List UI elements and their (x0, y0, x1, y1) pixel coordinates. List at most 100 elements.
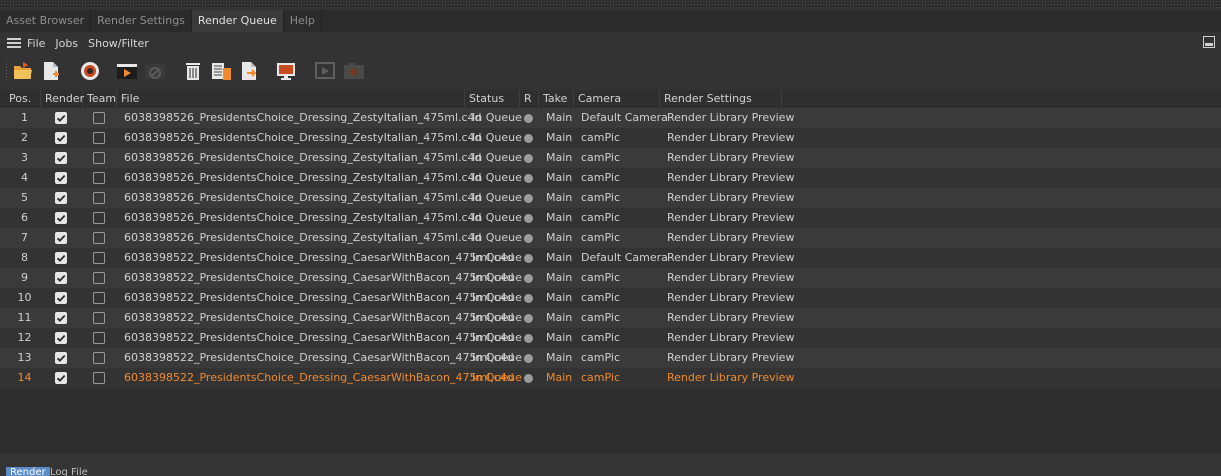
col-take[interactable]: Take (539, 90, 574, 107)
add-file-icon[interactable] (39, 59, 63, 83)
table-row[interactable]: 8 6038398522_PresidentsChoice_Dressing_Ca… (0, 248, 1221, 268)
render-checkbox[interactable] (55, 132, 67, 144)
row-take: Main (546, 271, 573, 284)
row-file: 6038398526_PresidentsChoice_Dressing_Zes… (124, 151, 482, 164)
table-row[interactable]: 13 6038398522_PresidentsChoice_Dressing_C… (0, 348, 1221, 368)
render-checkbox[interactable] (55, 372, 67, 384)
col-r[interactable]: R (520, 90, 539, 107)
row-camera: camPic (581, 191, 620, 204)
table-row[interactable]: 3 6038398526_PresidentsChoice_Dressing_Ze… (0, 148, 1221, 168)
col-file[interactable]: File (117, 90, 465, 107)
menu-jobs[interactable]: Jobs (55, 37, 78, 50)
render-checkbox[interactable] (55, 332, 67, 344)
render-checkbox[interactable] (55, 252, 67, 264)
render-status-dot-icon (524, 314, 533, 323)
render-status-dot-icon (524, 254, 533, 263)
row-render-settings: Render Library Preview (667, 291, 795, 304)
table-row[interactable]: 7 6038398526_PresidentsChoice_Dressing_Ze… (0, 228, 1221, 248)
team-checkbox[interactable] (93, 132, 105, 144)
col-camera[interactable]: Camera (574, 90, 660, 107)
team-checkbox[interactable] (93, 112, 105, 124)
render-view-icon[interactable] (274, 59, 298, 83)
row-render-settings: Render Library Preview (667, 311, 795, 324)
clear-queue-icon[interactable] (209, 59, 233, 83)
team-checkbox[interactable] (93, 252, 105, 264)
team-checkbox[interactable] (93, 332, 105, 344)
render-checkbox[interactable] (55, 272, 67, 284)
render-checkbox[interactable] (55, 172, 67, 184)
render-status-dot-icon (524, 154, 533, 163)
delete-icon[interactable] (181, 59, 205, 83)
render-check-icon[interactable] (78, 59, 102, 83)
render-checkbox[interactable] (55, 292, 67, 304)
row-position: 7 (21, 231, 28, 244)
row-file: 6038398522_PresidentsChoice_Dressing_Cae… (124, 251, 514, 264)
tab-render-log[interactable]: Render (6, 467, 50, 476)
table-row[interactable]: 2 6038398526_PresidentsChoice_Dressing_Ze… (0, 128, 1221, 148)
tab-asset-browser[interactable]: Asset Browser (0, 10, 92, 32)
col-pos[interactable]: Pos. (5, 90, 41, 107)
viewer-icon (313, 59, 337, 83)
render-checkbox[interactable] (55, 152, 67, 164)
render-status-dot-icon (524, 374, 533, 383)
table-row[interactable]: 9 6038398522_PresidentsChoice_Dressing_Ca… (0, 268, 1221, 288)
col-render[interactable]: Render (41, 90, 84, 107)
render-checkbox[interactable] (55, 232, 67, 244)
row-status: In Queue (472, 371, 522, 384)
menu-show-filter[interactable]: Show/Filter (88, 37, 149, 50)
render-status-dot-icon (524, 194, 533, 203)
row-render-settings: Render Library Preview (667, 211, 795, 224)
panel-grip[interactable] (0, 0, 1221, 8)
render-checkbox[interactable] (55, 192, 67, 204)
hamburger-menu-icon[interactable] (7, 38, 21, 48)
stop-render-icon (143, 59, 167, 83)
render-status-dot-icon (524, 134, 533, 143)
team-checkbox[interactable] (93, 192, 105, 204)
row-camera: camPic (581, 291, 620, 304)
table-row[interactable]: 10 6038398522_PresidentsChoice_Dressing_C… (0, 288, 1221, 308)
row-camera: camPic (581, 211, 620, 224)
team-checkbox[interactable] (93, 372, 105, 384)
start-render-icon[interactable] (115, 59, 139, 83)
render-checkbox[interactable] (55, 112, 67, 124)
table-row[interactable]: 1 6038398526_PresidentsChoice_Dressing_Ze… (0, 108, 1221, 128)
open-file-icon[interactable] (11, 59, 35, 83)
bottom-bar (0, 454, 1221, 476)
menu-file[interactable]: File (27, 37, 45, 50)
row-camera: camPic (581, 271, 620, 284)
render-checkbox[interactable] (55, 312, 67, 324)
row-status: In Queue (472, 331, 522, 344)
panel-layout-icon[interactable] (1203, 36, 1215, 48)
render-checkbox[interactable] (55, 352, 67, 364)
tab-render-settings[interactable]: Render Settings (91, 10, 192, 32)
col-status[interactable]: Status (465, 90, 520, 107)
team-checkbox[interactable] (93, 232, 105, 244)
team-checkbox[interactable] (93, 172, 105, 184)
col-team[interactable]: Team (83, 90, 117, 107)
table-row[interactable]: 5 6038398526_PresidentsChoice_Dressing_Ze… (0, 188, 1221, 208)
row-camera: camPic (581, 331, 620, 344)
tab-log-file[interactable]: Log File (46, 467, 92, 476)
row-file: 6038398522_PresidentsChoice_Dressing_Cae… (124, 271, 514, 284)
col-render-settings[interactable]: Render Settings (660, 90, 782, 107)
team-checkbox[interactable] (93, 152, 105, 164)
menu-bar: File Jobs Show/Filter (0, 32, 1221, 54)
row-status: In Queue (472, 131, 522, 144)
tab-render-queue[interactable]: Render Queue (191, 10, 284, 32)
table-row[interactable]: 11 6038398522_PresidentsChoice_Dressing_C… (0, 308, 1221, 328)
team-checkbox[interactable] (93, 272, 105, 284)
render-checkbox[interactable] (55, 212, 67, 224)
table-row[interactable]: 6 6038398526_PresidentsChoice_Dressing_Ze… (0, 208, 1221, 228)
table-row[interactable]: 4 6038398526_PresidentsChoice_Dressing_Ze… (0, 168, 1221, 188)
row-take: Main (546, 311, 573, 324)
table-row[interactable]: 14 6038398522_PresidentsChoice_Dressing_C… (0, 368, 1221, 388)
row-status: In Queue (472, 311, 522, 324)
table-row[interactable]: 12 6038398522_PresidentsChoice_Dressing_C… (0, 328, 1221, 348)
team-checkbox[interactable] (93, 312, 105, 324)
team-checkbox[interactable] (93, 212, 105, 224)
export-icon[interactable] (237, 59, 261, 83)
team-checkbox[interactable] (93, 352, 105, 364)
row-render-settings: Render Library Preview (667, 331, 795, 344)
team-checkbox[interactable] (93, 292, 105, 304)
tab-help[interactable]: Help (284, 10, 322, 32)
